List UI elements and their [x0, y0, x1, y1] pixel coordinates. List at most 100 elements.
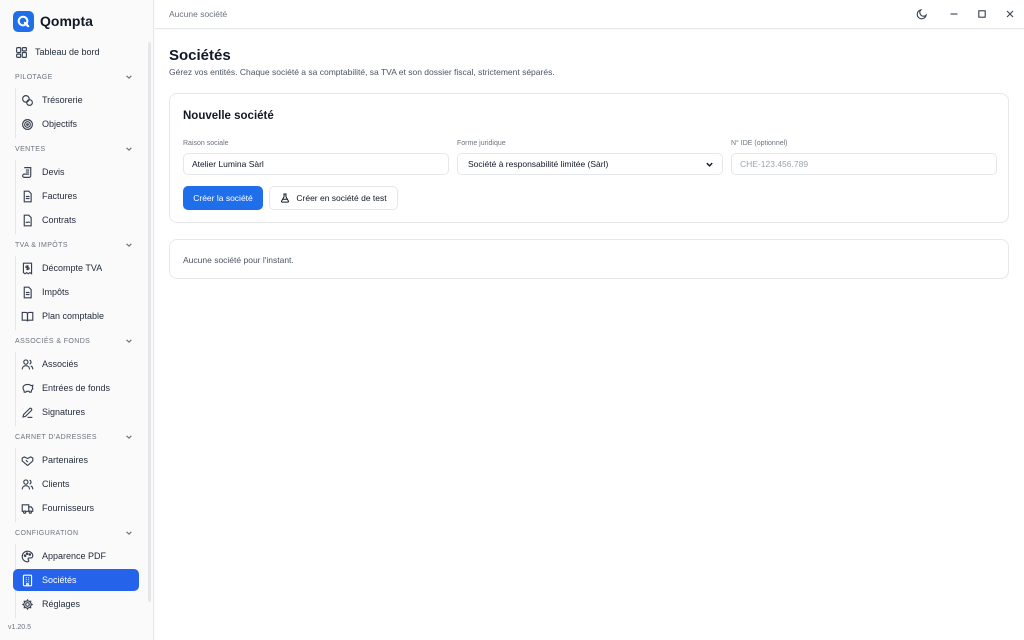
sidebar-item-label: Tableau de bord — [35, 47, 100, 57]
maximize-button[interactable] — [975, 7, 989, 21]
raison-sociale-input[interactable] — [183, 153, 449, 175]
page-title: Sociétés — [169, 47, 231, 64]
flask-icon — [280, 193, 290, 203]
section-label: VENTES — [15, 145, 46, 153]
sidebar-item-objectifs[interactable]: Objectifs — [13, 113, 139, 135]
sidebar-item-label: Sociétés — [42, 575, 77, 585]
sidebar-item-label: Entrées de fonds — [42, 383, 111, 393]
book-open-icon — [21, 310, 34, 323]
sidebar-item-contrats[interactable]: Contrats — [13, 209, 139, 231]
chevron-down-icon — [125, 145, 133, 153]
section-pilotage[interactable]: PILOTAGE — [15, 71, 133, 83]
sidebar-item-apparence-pdf[interactable]: Apparence PDF — [13, 545, 139, 567]
sidebar-item-plan-comptable[interactable]: Plan comptable — [13, 305, 139, 327]
close-button[interactable] — [1003, 7, 1017, 21]
app-name: Qompta — [40, 13, 93, 29]
sidebar-item-fournisseurs[interactable]: Fournisseurs — [13, 497, 139, 519]
file-text-icon — [21, 286, 34, 299]
sidebar-item-reglages[interactable]: Réglages — [13, 593, 139, 615]
chevron-down-icon — [125, 433, 133, 441]
forme-juridique-select[interactable]: Société à responsabilité limitée (Sàrl) — [457, 153, 723, 175]
chevron-down-icon — [125, 73, 133, 81]
raison-sociale-label: Raison sociale — [183, 140, 229, 147]
sidebar-item-label: Trésorerie — [42, 95, 83, 105]
company-list-card: Aucune société pour l'instant. — [169, 239, 1009, 279]
gear-icon — [21, 598, 34, 611]
section-carnet-adresses[interactable]: CARNET D'ADRESSES — [15, 431, 133, 443]
app-version: v1.20.5 — [8, 624, 31, 631]
page-subtitle: Gérez vos entités. Chaque société a sa c… — [169, 67, 555, 77]
section-label: TVA & IMPÔTS — [15, 241, 68, 249]
scroll-icon — [21, 166, 34, 179]
sidebar-item-label: Impôts — [42, 287, 70, 297]
sidebar-item-label: Partenaires — [42, 455, 89, 465]
topbar: Aucune société — [155, 0, 1024, 29]
palette-icon — [21, 550, 34, 563]
theme-toggle-button[interactable] — [915, 7, 929, 21]
create-test-company-button[interactable]: Créer en société de test — [269, 186, 398, 210]
section-tva-impots[interactable]: TVA & IMPÔTS — [15, 239, 133, 251]
breadcrumb: Aucune société — [169, 9, 228, 19]
sidebar-item-factures[interactable]: Factures — [13, 185, 139, 207]
sidebar-scrollbar[interactable] — [148, 42, 151, 602]
sidebar-item-entrees-fonds[interactable]: Entrées de fonds — [13, 377, 139, 399]
file-signature-icon — [21, 214, 34, 227]
sidebar-item-label: Contrats — [42, 215, 77, 225]
forme-juridique-label: Forme juridique — [457, 140, 506, 147]
coins-icon — [21, 94, 34, 107]
sidebar-item-associes[interactable]: Associés — [13, 353, 139, 375]
chevron-down-icon — [125, 337, 133, 345]
sidebar-item-dashboard[interactable]: Tableau de bord — [9, 41, 139, 63]
handshake-icon — [21, 454, 34, 467]
sidebar-item-impots[interactable]: Impôts — [13, 281, 139, 303]
sidebar-item-label: Plan comptable — [42, 311, 105, 321]
sidebar-item-label: Réglages — [42, 599, 81, 609]
sidebar-item-label: Clients — [42, 479, 70, 489]
forme-juridique-value: Société à responsabilité limitée (Sàrl) — [468, 159, 609, 169]
sidebar: Qompta Tableau de bord PILOTAGE Trésorer… — [0, 0, 154, 640]
sidebar-item-tresorerie[interactable]: Trésorerie — [13, 89, 139, 111]
sidebar-item-partenaires[interactable]: Partenaires — [13, 449, 139, 471]
sidebar-item-label: Objectifs — [42, 119, 78, 129]
minimize-icon — [949, 9, 959, 19]
pen-line-icon — [21, 406, 34, 419]
users-icon — [21, 478, 34, 491]
target-icon — [21, 118, 34, 131]
button-label: Créer en société de test — [296, 193, 387, 203]
section-associes-fonds[interactable]: ASSOCIÉS & FONDS — [15, 335, 133, 347]
piggy-bank-icon — [21, 382, 34, 395]
empty-state-text: Aucune société pour l'instant. — [183, 255, 294, 265]
brand: Qompta — [13, 10, 93, 32]
maximize-icon — [977, 9, 987, 19]
sidebar-item-devis[interactable]: Devis — [13, 161, 139, 183]
section-label: CONFIGURATION — [15, 529, 79, 537]
close-icon — [1005, 9, 1015, 19]
chevron-down-icon — [125, 241, 133, 249]
sidebar-item-label: Décompte TVA — [42, 263, 103, 273]
section-label: PILOTAGE — [15, 73, 53, 81]
users-icon — [21, 358, 34, 371]
dashboard-icon — [15, 46, 28, 59]
building-icon — [21, 574, 34, 587]
create-company-button[interactable]: Créer la société — [183, 186, 263, 210]
section-label: ASSOCIÉS & FONDS — [15, 337, 91, 345]
sidebar-item-label: Factures — [42, 191, 78, 201]
minimize-button[interactable] — [947, 7, 961, 21]
sidebar-item-clients[interactable]: Clients — [13, 473, 139, 495]
ide-input[interactable] — [731, 153, 997, 175]
main-content: Sociétés Gérez vos entités. Chaque socié… — [155, 30, 1024, 640]
sidebar-item-label: Signatures — [42, 407, 86, 417]
sidebar-item-societes[interactable]: Sociétés — [13, 569, 139, 591]
chevron-down-icon — [125, 529, 133, 537]
truck-icon — [21, 502, 34, 515]
section-ventes[interactable]: VENTES — [15, 143, 133, 155]
sidebar-item-label: Apparence PDF — [42, 551, 107, 561]
file-text-icon — [21, 190, 34, 203]
receipt-icon — [21, 262, 34, 275]
sidebar-item-label: Associés — [42, 359, 79, 369]
sidebar-item-signatures[interactable]: Signatures — [13, 401, 139, 423]
sidebar-item-decompte-tva[interactable]: Décompte TVA — [13, 257, 139, 279]
card-title: Nouvelle société — [183, 110, 274, 122]
section-configuration[interactable]: CONFIGURATION — [15, 527, 133, 539]
ide-label: N° IDE (optionnel) — [731, 140, 788, 147]
